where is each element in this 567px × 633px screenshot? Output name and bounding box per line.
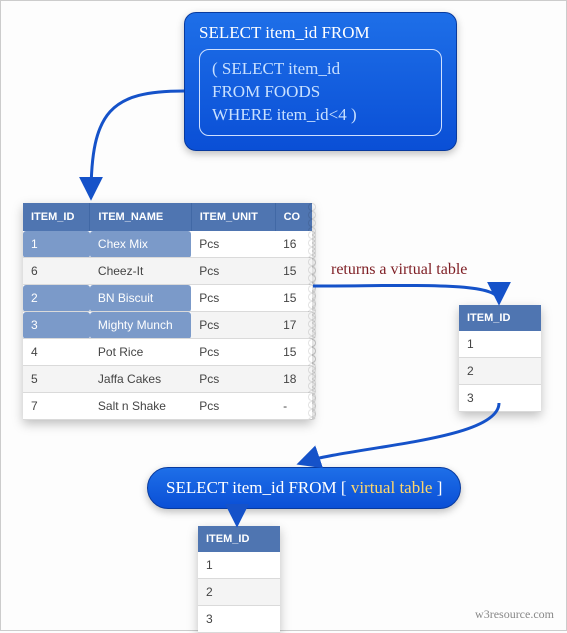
table-cell: 15 [275, 258, 312, 285]
foods-table: ITEM_IDITEM_NAMEITEM_UNITCO 1Chex MixPcs… [23, 203, 312, 420]
outer-query-pill: SELECT item_id FROM [ virtual table ] [147, 467, 461, 509]
table-row: 1Chex MixPcs16 [23, 231, 312, 258]
table-cell: BN Biscuit [90, 285, 191, 312]
pill-prefix: SELECT item_id FROM [ [166, 478, 351, 497]
table-row: 1 [459, 331, 541, 358]
sql-outer-line: SELECT item_id FROM [199, 23, 442, 43]
table-cell: 3 [198, 606, 280, 633]
foods-table-header: ITEM_ID [23, 203, 90, 231]
table-cell: Pcs [191, 339, 275, 366]
table-row: 4Pot RicePcs15 [23, 339, 312, 366]
virtual-table-right: ITEM_ID 123 [459, 305, 541, 412]
table-cell: 7 [23, 393, 90, 420]
table-cell: Mighty Munch [90, 312, 191, 339]
pill-virtual-table: virtual table [351, 478, 433, 497]
table-cell: 2 [459, 358, 541, 385]
table-cell: Jaffa Cakes [90, 366, 191, 393]
table-cell: - [275, 393, 312, 420]
table-cell: Pot Rice [90, 339, 191, 366]
table-cell: 15 [275, 339, 312, 366]
table-cell: 1 [198, 552, 280, 579]
foods-table-header: ITEM_NAME [90, 203, 191, 231]
foods-table-header: CO [275, 203, 312, 231]
table-row: 3 [198, 606, 280, 633]
virtual-table-header: ITEM_ID [459, 305, 541, 331]
table-cell: 17 [275, 312, 312, 339]
table-row: 1 [198, 552, 280, 579]
table-cell: 2 [198, 579, 280, 606]
table-cell: Chex Mix [90, 231, 191, 258]
sql-inner-line-1: ( SELECT item_id [212, 58, 429, 81]
foods-table-header: ITEM_UNIT [191, 203, 275, 231]
table-cell: Pcs [191, 393, 275, 420]
table-cell: 18 [275, 366, 312, 393]
table-row: 2BN BiscuitPcs15 [23, 285, 312, 312]
table-row: 3Mighty MunchPcs17 [23, 312, 312, 339]
table-row: 5Jaffa CakesPcs18 [23, 366, 312, 393]
table-cell: Pcs [191, 312, 275, 339]
attribution-text: w3resource.com [475, 607, 554, 622]
annotation-label: returns a virtual table [331, 261, 467, 279]
table-cell: Cheez-It [90, 258, 191, 285]
table-cell: 6 [23, 258, 90, 285]
table-cell: 4 [23, 339, 90, 366]
table-cell: Pcs [191, 366, 275, 393]
table-row: 6Cheez-ItPcs15 [23, 258, 312, 285]
sql-subquery-box: ( SELECT item_id FROM FOODS WHERE item_i… [199, 49, 442, 136]
table-cell: 5 [23, 366, 90, 393]
table-row: 2 [459, 358, 541, 385]
result-table-header: ITEM_ID [198, 526, 280, 552]
table-row: 3 [459, 385, 541, 412]
table-cell: 1 [23, 231, 90, 258]
table-cell: 3 [459, 385, 541, 412]
table-cell: 2 [23, 285, 90, 312]
sql-inner-line-3: WHERE item_id<4 ) [212, 104, 429, 127]
table-cell: 15 [275, 285, 312, 312]
table-cell: Pcs [191, 258, 275, 285]
sql-inner-line-2: FROM FOODS [212, 81, 429, 104]
sql-query-box: SELECT item_id FROM ( SELECT item_id FRO… [184, 12, 457, 151]
table-cell: 3 [23, 312, 90, 339]
table-cell: 1 [459, 331, 541, 358]
table-cell: 16 [275, 231, 312, 258]
pill-suffix: ] [432, 478, 442, 497]
table-cell: Pcs [191, 285, 275, 312]
result-table-bottom: ITEM_ID 123 [198, 526, 280, 633]
table-row: 2 [198, 579, 280, 606]
table-row: 7Salt n ShakePcs- [23, 393, 312, 420]
table-cell: Pcs [191, 231, 275, 258]
table-cell: Salt n Shake [90, 393, 191, 420]
